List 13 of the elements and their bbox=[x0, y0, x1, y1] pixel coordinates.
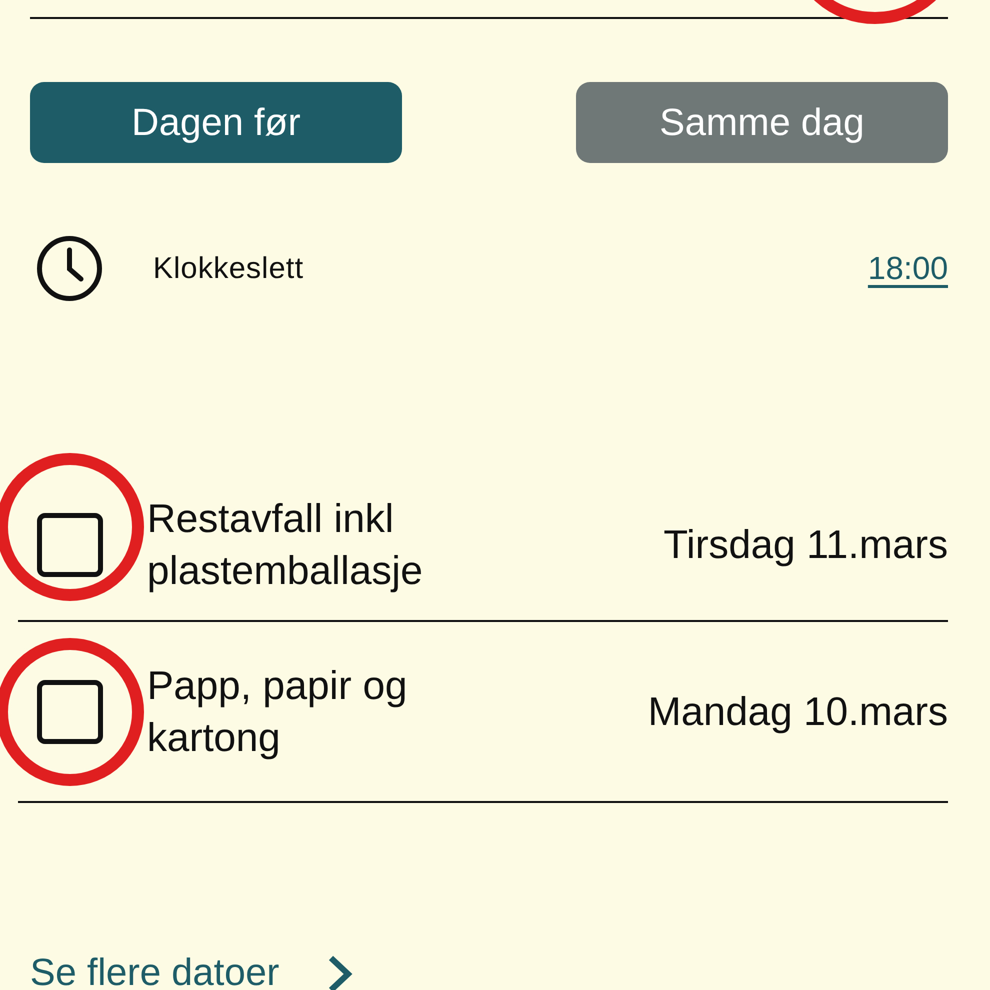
waste-type-label: Restavfall inkl plastemballasje bbox=[147, 496, 424, 595]
chevron-right-icon bbox=[327, 954, 354, 990]
clock-icon bbox=[36, 234, 103, 302]
time-label: Klokkeslett bbox=[153, 250, 304, 286]
pickup-date: Mandag 10.mars bbox=[648, 688, 948, 736]
time-link[interactable]: 18:00 bbox=[868, 244, 948, 292]
timing-option-button[interactable]: Samme dag bbox=[576, 82, 948, 163]
checkbox[interactable] bbox=[37, 513, 103, 577]
timing-option-button[interactable]: Dagen før bbox=[30, 82, 402, 163]
checkbox[interactable] bbox=[37, 680, 103, 744]
waste-type-label: Papp, papir og kartong bbox=[147, 662, 408, 762]
pickup-date: Tirsdag 11.mars bbox=[663, 522, 948, 569]
see-more-link[interactable]: Se flere datoer bbox=[30, 945, 280, 990]
